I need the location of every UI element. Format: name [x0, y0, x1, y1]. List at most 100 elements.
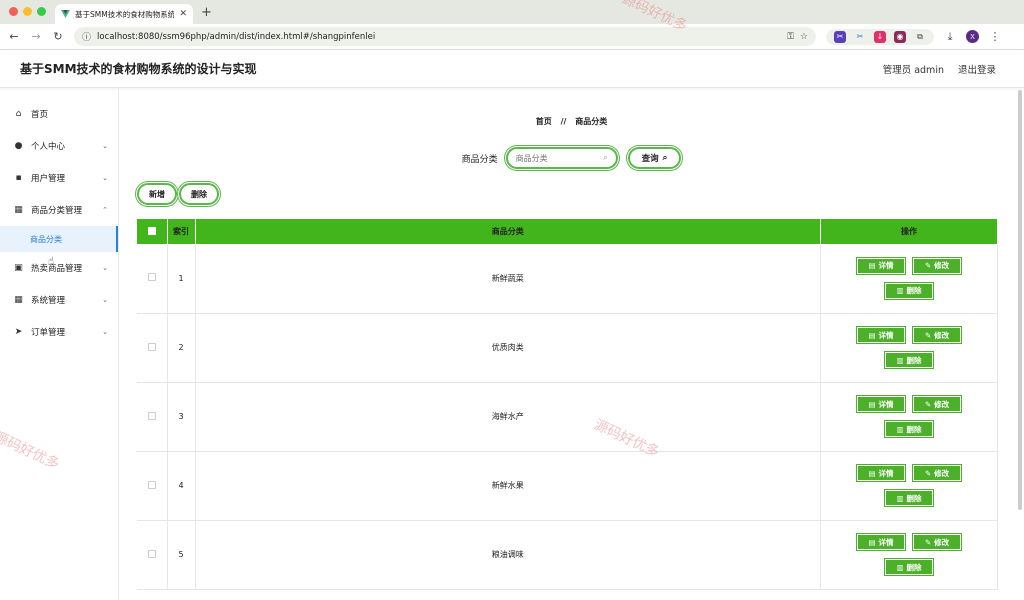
pencil-icon: ✎ — [924, 330, 932, 340]
batch-delete-button[interactable]: 删除 — [179, 183, 219, 205]
search-form: 商品分类 ⌕ 查询 ⌕ — [137, 147, 1006, 169]
main-content: 首页 // 商品分类 商品分类 ⌕ 查询 ⌕ 新增 删除 索引 — [119, 88, 1024, 600]
sidebar-subitem-category[interactable]: 商品分类 — [0, 226, 118, 252]
puzzle-extension-icon[interactable]: ⧉ — [914, 31, 926, 43]
search-icon: ⌕ — [662, 153, 668, 163]
breadcrumb-home[interactable]: 首页 — [536, 117, 552, 126]
select-all-checkbox[interactable] — [147, 226, 156, 235]
sidebar-item-order-management[interactable]: ➤ 订单管理 ⌄ — [0, 316, 118, 348]
delete-button[interactable]: ▥ 删除 — [884, 420, 934, 438]
user-icon: ● — [14, 141, 23, 151]
row-checkbox[interactable] — [147, 480, 156, 489]
sidebar-item-system-management[interactable]: ▦ 系统管理 ⌄ — [0, 284, 118, 316]
edit-button[interactable]: ✎ 修改 — [912, 464, 962, 482]
pencil-icon: ✎ — [924, 399, 932, 409]
detail-button[interactable]: ▤ 详情 — [856, 464, 906, 482]
edit-label: 修改 — [934, 261, 950, 271]
category-search-input[interactable] — [515, 153, 604, 163]
row-checkbox[interactable] — [147, 273, 156, 282]
search-icon: ⌕ — [603, 153, 608, 162]
back-icon[interactable]: ← — [8, 30, 20, 43]
sidebar-item-personal-center[interactable]: ● 个人中心 ⌄ — [0, 130, 118, 162]
maximize-window-button[interactable] — [37, 7, 46, 16]
detail-button[interactable]: ▤ 详情 — [856, 533, 906, 551]
downloads-icon[interactable]: ⤓ — [944, 30, 956, 44]
delete-label: 删除 — [906, 286, 922, 296]
delete-label: 删除 — [906, 562, 922, 572]
url-text[interactable]: localhost:8080/ssm96php/admin/dist/index… — [97, 32, 781, 42]
search-box[interactable]: ⌕ — [505, 147, 618, 169]
tab-close-icon[interactable]: ✕ — [179, 9, 187, 19]
grid-icon: ▦ — [14, 295, 23, 305]
new-tab-button[interactable]: + — [201, 5, 212, 20]
detail-label: 详情 — [878, 537, 894, 547]
category-table: 索引 商品分类 操作 1 新鲜蔬菜 ▤ 详情 ✎ 修改 ▥ 删除 2 优质肉类 … — [137, 219, 998, 590]
sidebar-item-hot-products[interactable]: ▣ 热卖商品管理 ⌄ — [0, 252, 118, 284]
row-select-cell — [137, 244, 168, 314]
page-scrollbar[interactable] — [1018, 90, 1022, 510]
address-bar[interactable]: ⓘ localhost:8080/ssm96php/admin/dist/ind… — [74, 27, 816, 46]
site-info-icon[interactable]: ⓘ — [82, 30, 91, 43]
sidebar: ⌂ 首页 ● 个人中心 ⌄ ▪ 用户管理 ⌄ ▦ 商品分类管理 ⌃ 商品分类 ▣… — [0, 88, 119, 600]
menu-kebab-icon[interactable]: ⋮ — [989, 30, 1001, 43]
delete-button[interactable]: ▥ 删除 — [884, 558, 934, 576]
app-title: 基于SMM技术的食材购物系统的设计与实现 — [20, 62, 257, 76]
row-select-cell — [137, 313, 168, 383]
bookmark-star-icon[interactable]: ☆ — [800, 32, 808, 42]
row-ops: ▤ 详情 ✎ 修改 ▥ 删除 — [820, 451, 998, 521]
cut-extension-icon[interactable]: ✂ — [854, 31, 866, 43]
row-category: 粮油调味 — [195, 520, 821, 590]
table-row: 2 优质肉类 ▤ 详情 ✎ 修改 ▥ 删除 — [137, 313, 998, 383]
delete-button[interactable]: ▥ 删除 — [884, 489, 934, 507]
detail-button[interactable]: ▤ 详情 — [856, 326, 906, 344]
add-button[interactable]: 新增 — [137, 183, 177, 205]
edit-label: 修改 — [934, 468, 950, 478]
key-icon[interactable]: ⚿ — [787, 32, 794, 42]
detail-button[interactable]: ▤ 详情 — [856, 256, 906, 275]
sidebar-item-label: 订单管理 — [31, 328, 66, 338]
close-window-button[interactable] — [9, 7, 18, 16]
edit-button[interactable]: ✎ 修改 — [912, 256, 962, 275]
media-extension-icon[interactable]: ◉ — [894, 30, 906, 43]
grid-icon: ▦ — [14, 205, 23, 215]
document-icon: ▤ — [868, 537, 876, 547]
header-ops: 操作 — [820, 219, 998, 244]
header-index: 索引 — [167, 219, 196, 244]
trash-icon: ▥ — [896, 355, 904, 365]
forward-icon[interactable]: → — [30, 30, 42, 43]
row-checkbox[interactable] — [147, 411, 156, 420]
query-button[interactable]: 查询 ⌕ — [627, 147, 682, 169]
box-icon: ▣ — [14, 263, 23, 273]
send-icon: ➤ — [14, 327, 23, 337]
row-ops: ▤ 详情 ✎ 修改 ▥ 删除 — [820, 520, 998, 590]
row-checkbox[interactable] — [147, 549, 156, 558]
row-ops: ▤ 详情 ✎ 修改 ▥ 删除 — [820, 244, 998, 314]
download-extension-icon[interactable]: ↓ — [874, 30, 886, 43]
row-index: 5 — [167, 520, 196, 590]
profile-avatar[interactable]: X — [966, 30, 979, 43]
logout-link[interactable]: 退出登录 — [958, 62, 996, 76]
tab-title: 基于SMM技术的食材购物系统... — [75, 9, 175, 19]
chevron-down-icon: ⌄ — [102, 174, 108, 182]
table-row: 1 新鲜蔬菜 ▤ 详情 ✎ 修改 ▥ 删除 — [137, 244, 998, 314]
sidebar-item-category-management[interactable]: ▦ 商品分类管理 ⌃ — [0, 194, 118, 226]
edit-button[interactable]: ✎ 修改 — [912, 533, 962, 551]
edit-button[interactable]: ✎ 修改 — [912, 395, 962, 413]
browser-tab[interactable]: 基于SMM技术的食材购物系统... ✕ — [55, 4, 193, 24]
edit-button[interactable]: ✎ 修改 — [912, 326, 962, 344]
detail-button[interactable]: ▤ 详情 — [856, 395, 906, 413]
row-ops: ▤ 详情 ✎ 修改 ▥ 删除 — [820, 382, 998, 452]
row-checkbox[interactable] — [147, 342, 156, 351]
sidebar-item-home[interactable]: ⌂ 首页 — [0, 98, 118, 130]
reload-icon[interactable]: ↻ — [52, 30, 64, 43]
pencil-icon: ✎ — [924, 468, 932, 478]
sidebar-item-user-management[interactable]: ▪ 用户管理 ⌄ — [0, 162, 118, 194]
delete-button[interactable]: ▥ 删除 — [884, 351, 934, 369]
row-select-cell — [137, 451, 168, 521]
minimize-window-button[interactable] — [23, 7, 32, 16]
delete-button[interactable]: ▥ 删除 — [884, 281, 934, 300]
pencil-icon: ✎ — [924, 261, 932, 271]
header-category: 商品分类 — [195, 219, 821, 244]
scissors-extension-icon[interactable]: ✂ — [834, 30, 846, 43]
sidebar-item-label: 个人中心 — [31, 142, 66, 152]
